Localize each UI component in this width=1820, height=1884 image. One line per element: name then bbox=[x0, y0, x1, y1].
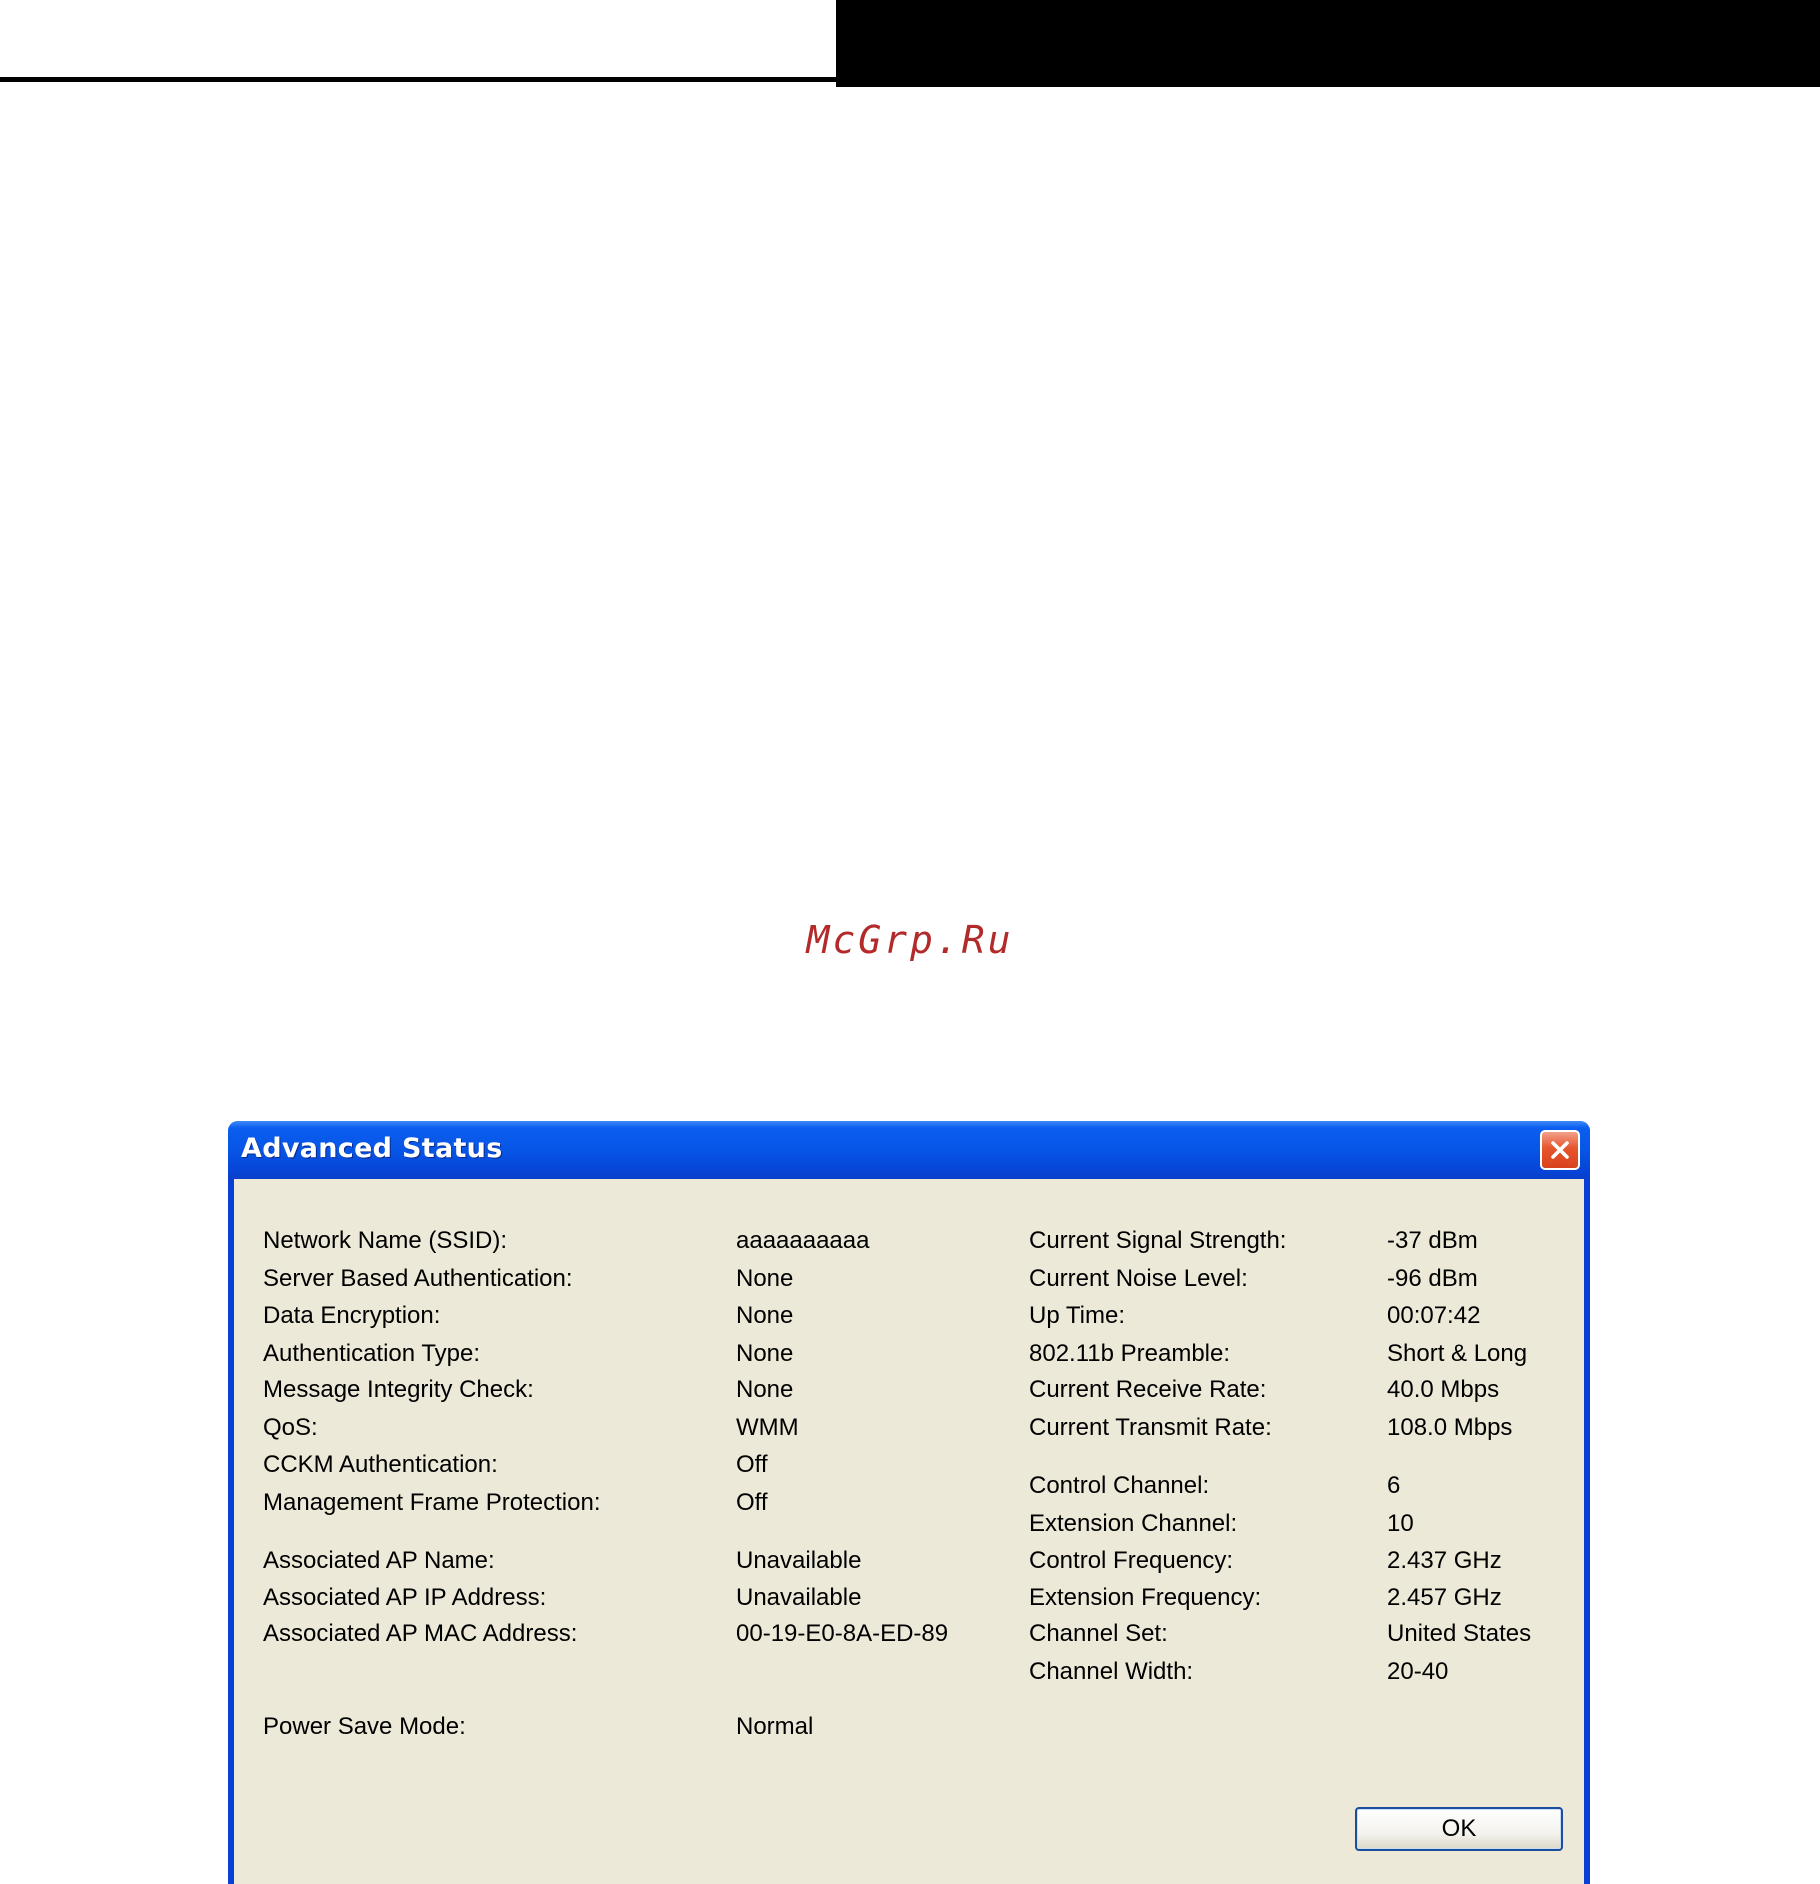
label-noise-level: Current Noise Level: bbox=[1029, 1265, 1248, 1292]
value-cckm: Off bbox=[736, 1451, 768, 1478]
label-network-name: Network Name (SSID): bbox=[263, 1227, 508, 1254]
value-ap-ip: Unavailable bbox=[736, 1584, 862, 1611]
value-control-channel: 6 bbox=[1387, 1472, 1401, 1499]
label-channel-set: Channel Set: bbox=[1029, 1620, 1168, 1647]
value-extension-frequency: 2.457 GHz bbox=[1387, 1584, 1502, 1611]
label-extension-frequency: Extension Frequency: bbox=[1029, 1584, 1262, 1611]
watermark: McGrp.Ru bbox=[806, 918, 1014, 962]
title-bar[interactable]: Advanced Status bbox=[228, 1121, 1590, 1179]
value-mic: None bbox=[736, 1376, 794, 1403]
dialog-body: Network Name (SSID): aaaaaaaaaa Server B… bbox=[234, 1179, 1584, 1884]
value-control-frequency: 2.437 GHz bbox=[1387, 1547, 1502, 1574]
close-icon bbox=[1551, 1141, 1569, 1159]
value-noise-level: -96 dBm bbox=[1387, 1265, 1478, 1292]
value-network-name: aaaaaaaaaa bbox=[736, 1227, 870, 1254]
label-data-encryption: Data Encryption: bbox=[263, 1302, 441, 1329]
value-auth-type: None bbox=[736, 1340, 794, 1367]
label-up-time: Up Time: bbox=[1029, 1302, 1126, 1329]
label-ap-mac: Associated AP MAC Address: bbox=[263, 1620, 578, 1647]
dialog-title: Advanced Status bbox=[241, 1133, 503, 1164]
value-channel-width: 20-40 bbox=[1387, 1658, 1449, 1685]
label-mic: Message Integrity Check: bbox=[263, 1376, 534, 1403]
label-control-channel: Control Channel: bbox=[1029, 1472, 1210, 1499]
label-power-save: Power Save Mode: bbox=[263, 1713, 466, 1740]
label-receive-rate: Current Receive Rate: bbox=[1029, 1376, 1267, 1403]
label-extension-channel: Extension Channel: bbox=[1029, 1510, 1238, 1537]
advanced-status-dialog: Advanced Status Network Name (SSID): aaa… bbox=[228, 1121, 1590, 1884]
label-channel-width: Channel Width: bbox=[1029, 1658, 1194, 1685]
value-channel-set: United States bbox=[1387, 1620, 1532, 1647]
label-cckm: CCKM Authentication: bbox=[263, 1451, 498, 1478]
value-transmit-rate: 108.0 Mbps bbox=[1387, 1414, 1513, 1441]
value-signal-strength: -37 dBm bbox=[1387, 1227, 1478, 1254]
page-header-right bbox=[836, 0, 1820, 87]
value-preamble: Short & Long bbox=[1387, 1340, 1528, 1367]
label-mfp: Management Frame Protection: bbox=[263, 1489, 601, 1516]
value-up-time: 00:07:42 bbox=[1387, 1302, 1481, 1329]
label-server-auth: Server Based Authentication: bbox=[263, 1265, 573, 1292]
value-server-auth: None bbox=[736, 1265, 794, 1292]
label-transmit-rate: Current Transmit Rate: bbox=[1029, 1414, 1272, 1441]
label-ap-ip: Associated AP IP Address: bbox=[263, 1584, 547, 1611]
label-preamble: 802.11b Preamble: bbox=[1029, 1340, 1231, 1367]
value-data-encryption: None bbox=[736, 1302, 794, 1329]
value-ap-mac: 00-19-E0-8A-ED-89 bbox=[736, 1620, 949, 1647]
value-mfp: Off bbox=[736, 1489, 768, 1516]
label-qos: QoS: bbox=[263, 1414, 318, 1441]
value-qos: WMM bbox=[736, 1414, 799, 1441]
label-auth-type: Authentication Type: bbox=[263, 1340, 481, 1367]
value-ap-name: Unavailable bbox=[736, 1547, 862, 1574]
value-receive-rate: 40.0 Mbps bbox=[1387, 1376, 1500, 1403]
label-ap-name: Associated AP Name: bbox=[263, 1547, 495, 1574]
page-header-left bbox=[0, 0, 836, 82]
ok-button[interactable]: OK bbox=[1355, 1807, 1563, 1851]
label-signal-strength: Current Signal Strength: bbox=[1029, 1227, 1287, 1254]
close-button[interactable] bbox=[1540, 1130, 1580, 1170]
value-extension-channel: 10 bbox=[1387, 1510, 1414, 1537]
value-power-save: Normal bbox=[736, 1713, 814, 1740]
label-control-frequency: Control Frequency: bbox=[1029, 1547, 1234, 1574]
